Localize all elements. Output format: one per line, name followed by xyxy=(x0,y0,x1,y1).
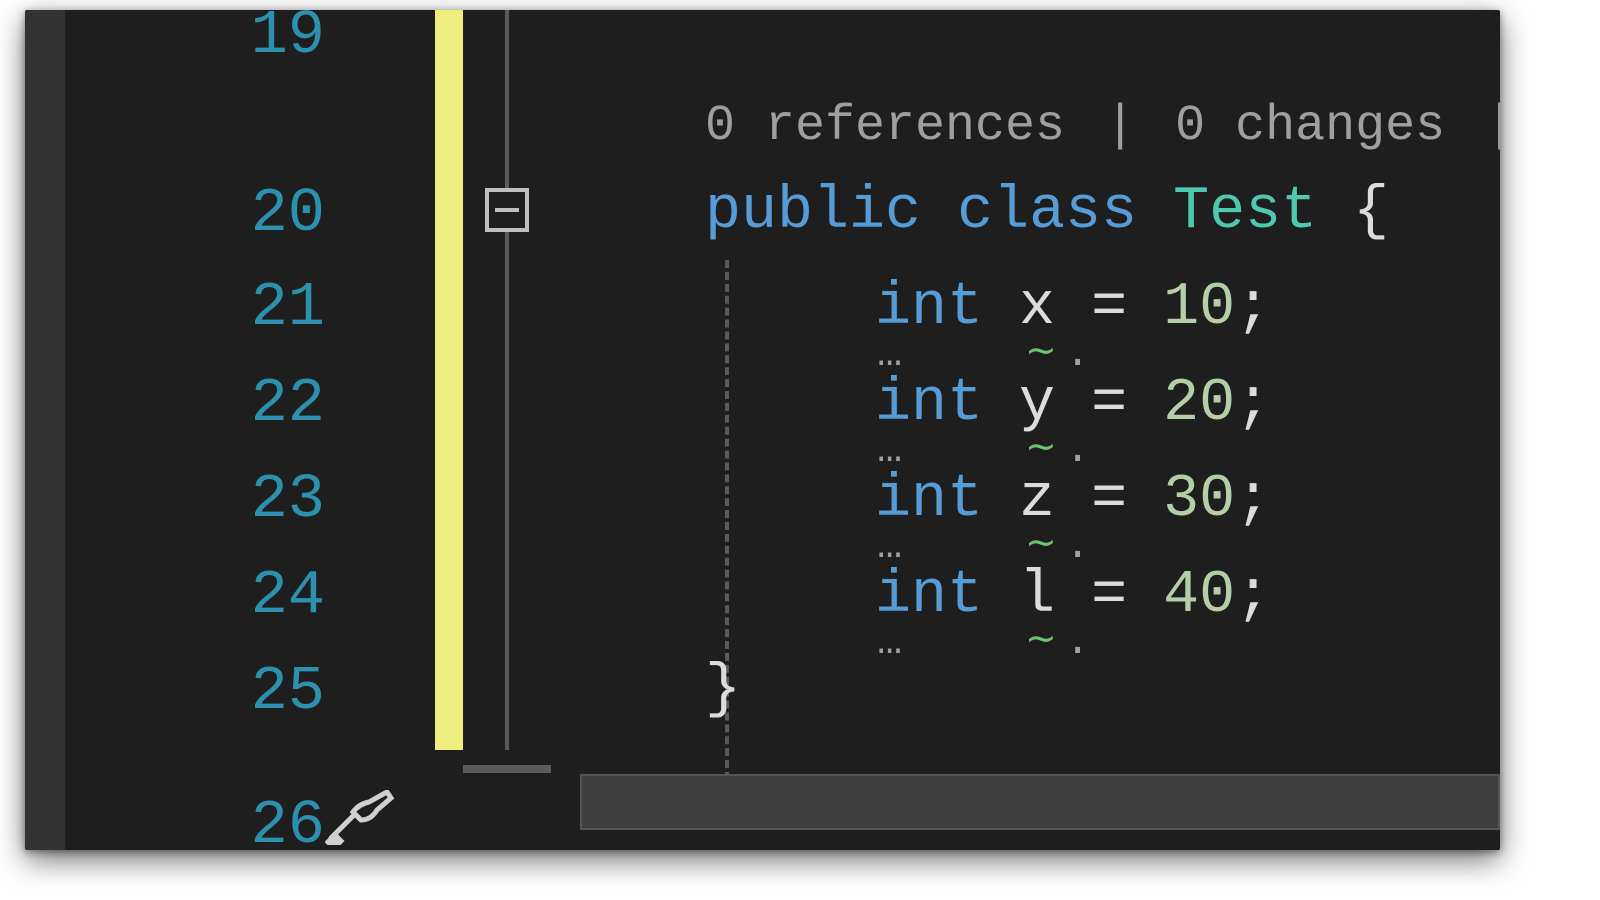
line-number: 24 xyxy=(130,560,325,631)
margin-gutter xyxy=(25,10,65,850)
line-number: 21 xyxy=(130,272,325,343)
quick-actions-screwdriver-icon[interactable] xyxy=(325,790,395,845)
line-number: 19 xyxy=(130,10,325,71)
minus-icon xyxy=(495,208,519,212)
collapse-region-button[interactable] xyxy=(485,188,529,232)
codelens-references[interactable]: 0 references xyxy=(705,98,1065,155)
line-number: 25 xyxy=(130,656,325,727)
code-line-class-declaration[interactable]: public class Test { xyxy=(705,178,1389,246)
line-number: 23 xyxy=(130,464,325,535)
line-number: 20 xyxy=(130,178,325,249)
editor-panel: 19 20 21 22 23 24 25 26 0 references | 0… xyxy=(25,10,1500,850)
codelens-separator: | xyxy=(1105,98,1135,155)
codelens-bar[interactable]: 0 references | 0 changes | 0 au xyxy=(705,98,1500,155)
git-change-indicator xyxy=(435,10,463,750)
codelens-changes[interactable]: 0 changes xyxy=(1175,98,1445,155)
code-fold-track xyxy=(505,10,509,750)
breakpoint-gutter[interactable] xyxy=(65,10,130,850)
line-number: 26 xyxy=(130,790,325,850)
code-line-close-brace[interactable]: } xyxy=(705,656,741,724)
horizontal-scrollbar[interactable] xyxy=(580,774,1500,830)
codelens-separator: | xyxy=(1485,98,1500,155)
line-number: 22 xyxy=(130,368,325,439)
code-fold-track-cap xyxy=(463,765,551,773)
